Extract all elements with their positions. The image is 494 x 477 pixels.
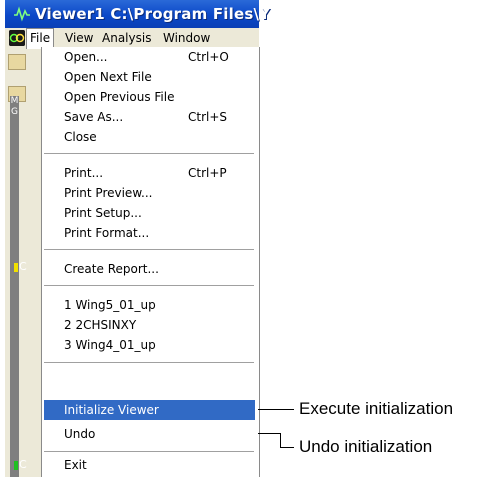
menu-item-exit[interactable]: Exit (42, 455, 255, 475)
channel-marker-yellow (14, 263, 18, 272)
menu-window[interactable]: Window (160, 28, 213, 48)
menu-item-label: Initialize Viewer (64, 403, 159, 417)
menu-view[interactable]: View (62, 28, 96, 48)
menu-item-label: Print Format... (64, 226, 150, 240)
menu-item-print-preview[interactable]: Print Preview... (42, 183, 255, 203)
menu-item-shortcut: Ctrl+O (188, 50, 229, 64)
menu-item-label: Close (64, 130, 97, 144)
menu-item-open-next-file[interactable]: Open Next File (42, 67, 255, 87)
callout-line-undo-h1 (258, 433, 280, 434)
channel-panel (10, 130, 19, 477)
annotation-undo: Undo initialization (299, 437, 433, 456)
annotation-execute: Execute initialization (299, 399, 454, 418)
menu-item-shortcut: Ctrl+S (188, 110, 228, 124)
menu-item-shortcut: Ctrl+P (188, 166, 227, 180)
title-bar[interactable]: Viewer1 C:\Program Files\Y (5, 0, 270, 28)
menu-file[interactable]: File (26, 28, 55, 49)
file-menu-dropdown: Open... Ctrl+O Open Next File Open Previ… (41, 47, 260, 477)
menu-item-label: Print... (64, 166, 104, 180)
menu-item-label: Undo (64, 427, 96, 441)
menu-separator (44, 285, 254, 286)
menu-item-print-setup[interactable]: Print Setup... (42, 203, 255, 223)
callout-line-undo-h2 (280, 447, 294, 448)
menu-item-initialize-viewer[interactable]: Initialize Viewer (44, 400, 255, 420)
menu-item-recent-file[interactable]: 1 Wing5_01_up (42, 295, 255, 315)
menu-item-recent-file[interactable]: 2 2CHSINXY (42, 315, 255, 335)
menu-item-label: Create Report... (64, 262, 159, 276)
menu-separator (44, 249, 254, 250)
menu-item-label: Save As... (64, 110, 124, 124)
menu-item-save-as[interactable]: Save As... Ctrl+S (42, 107, 255, 127)
channel-marker-green (14, 461, 18, 470)
menu-item-label: Open Previous File (64, 90, 175, 104)
panel-header-label: M G (10, 96, 19, 117)
menu-item-print[interactable]: Print... Ctrl+P (42, 163, 255, 183)
callout-line-execute (258, 409, 294, 410)
menu-item-print-format[interactable]: Print Format... (42, 223, 255, 243)
menu-item-open[interactable]: Open... Ctrl+O (42, 47, 255, 67)
open-folder-icon[interactable] (8, 54, 26, 70)
menu-item-label: 1 Wing5_01_up (64, 298, 156, 312)
menu-item-close[interactable]: Close (42, 127, 255, 147)
menu-separator (44, 153, 254, 154)
waveform-icon (14, 6, 30, 22)
menu-item-label: Exit (64, 458, 87, 472)
menu-item-label: Open Next File (64, 70, 152, 84)
menu-item-label: 2 2CHSINXY (64, 318, 137, 332)
menu-separator (44, 451, 254, 452)
menu-item-label: Open... (64, 50, 108, 64)
menu-item-label: Print Setup... (64, 206, 142, 220)
menu-item-open-previous-file[interactable]: Open Previous File (42, 87, 255, 107)
menu-item-undo[interactable]: Undo (42, 424, 255, 444)
channel-label: C (19, 458, 27, 471)
menu-item-label: Print Preview... (64, 186, 153, 200)
channel-label: C (19, 260, 27, 273)
menu-analysis[interactable]: Analysis (99, 28, 154, 48)
menu-item-label: 3 Wing4_01_up (64, 338, 156, 352)
app-logo-icon[interactable] (9, 30, 25, 46)
panel-header: M G (10, 96, 19, 130)
menu-item-recent-file[interactable]: 3 Wing4_01_up (42, 335, 255, 355)
menu-bar: File View Analysis Window (5, 28, 259, 49)
menu-separator (44, 362, 254, 363)
menu-item-create-report[interactable]: Create Report... (42, 259, 255, 279)
window-title: Viewer1 C:\Program Files\Y (35, 5, 271, 23)
callout-line-undo-v (280, 433, 281, 447)
